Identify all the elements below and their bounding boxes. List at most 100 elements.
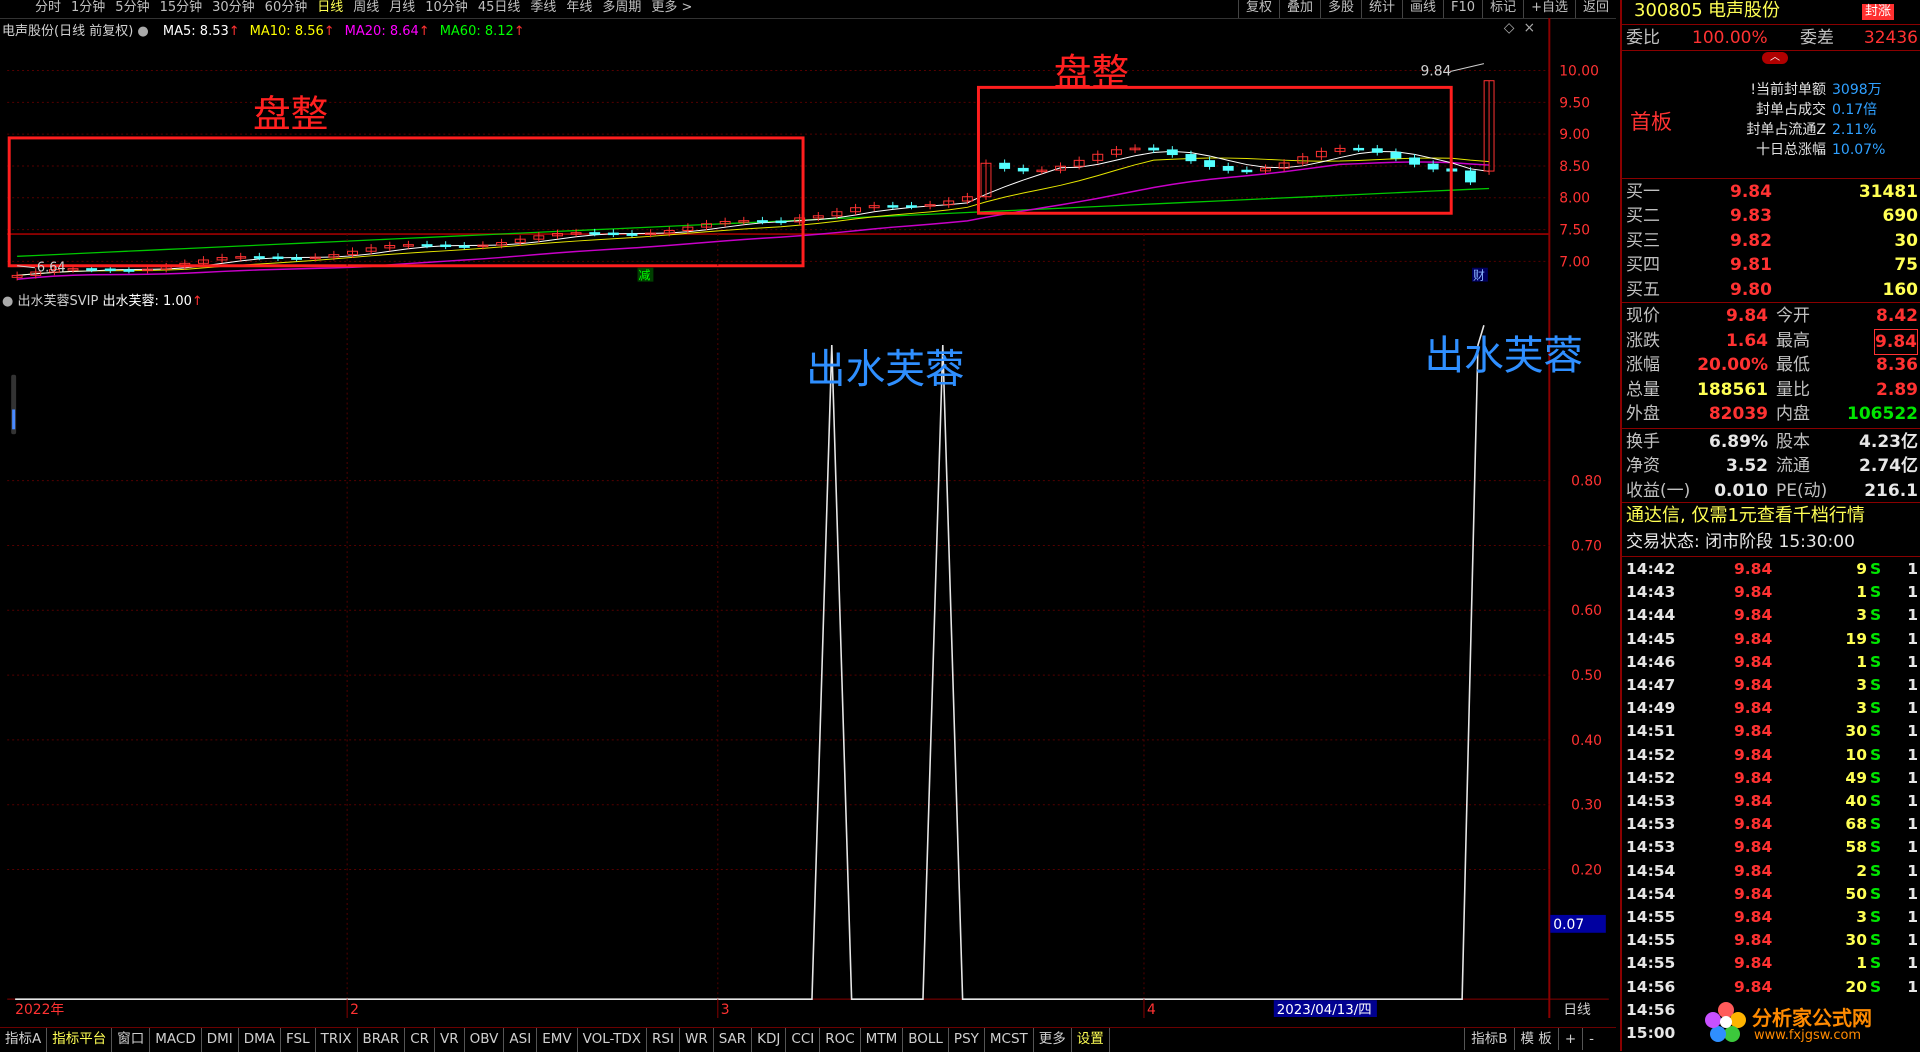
indicator-tab[interactable]: RSI [647, 1028, 680, 1052]
quote-row: 外盘 82039 内盘 106522 [1626, 404, 1918, 425]
collapse-icon[interactable]: ︿ [1762, 52, 1788, 64]
scroll-thumb[interactable] [12, 409, 16, 430]
tick-row: 14:52 9.84 49 S 1 [1626, 768, 1918, 787]
period-tab[interactable]: 5分钟 [110, 0, 154, 18]
tool-button[interactable]: 叠加 [1278, 0, 1320, 18]
price-tick: 7.00 [1559, 254, 1590, 270]
chart-settings-icon[interactable]: ◇ [1504, 20, 1515, 36]
indicator-tab[interactable]: 指标平台 [47, 1028, 113, 1052]
indicator-tab[interactable]: ROC [820, 1028, 861, 1052]
indicator-tab[interactable]: DMA [239, 1028, 282, 1052]
period-tab[interactable]: 分时 [30, 0, 66, 18]
indicator-tab[interactable]: SAR [714, 1028, 753, 1052]
tool-button[interactable]: 标记 [1482, 0, 1523, 18]
seal-info-row: !当前封单额 3098万 [1750, 82, 1882, 98]
tick-row: 14:51 9.84 30 S 1 [1626, 722, 1918, 741]
panel-tab[interactable]: + [1557, 1028, 1582, 1050]
tick-row: 14:54 9.84 2 S 1 [1626, 861, 1918, 880]
indicator-tab[interactable]: PSY [949, 1028, 985, 1052]
up-arrow-icon: ↑ [418, 24, 430, 39]
tool-button[interactable]: F10 [1443, 0, 1482, 18]
indicator-dropdown-icon[interactable]: ● [2, 294, 13, 309]
indicator-tab[interactable]: 更多 [1034, 1028, 1072, 1052]
finance-badge[interactable]: 财 [1473, 269, 1485, 283]
period-tab[interactable]: 1分钟 [66, 0, 110, 18]
promo-banner[interactable]: 通达信, 仅需1元查看千档行情 [1622, 504, 1920, 528]
period-tab[interactable]: 45日线 [473, 0, 526, 18]
indicator-tab[interactable]: DMI [202, 1028, 239, 1052]
indicator-tab[interactable]: 指标A [0, 1028, 48, 1052]
bid-row[interactable]: 买五 9.80 160 [1622, 278, 1920, 302]
indicator-tab[interactable]: CR [405, 1028, 436, 1052]
period-tab[interactable]: 60分钟 [260, 0, 313, 18]
period-tab[interactable]: 年线 [561, 0, 597, 18]
bid-row[interactable]: 买二 9.83 690 [1622, 204, 1920, 228]
indicator-value: 出水芙蓉: 1.00 [102, 294, 192, 309]
indicator-tab[interactable]: MTM [861, 1028, 904, 1052]
panel-tab[interactable]: 指标B [1464, 1028, 1513, 1050]
indicator-tab[interactable]: 窗口 [112, 1028, 151, 1052]
flower-logo-icon [1705, 1002, 1746, 1042]
indicator-tab[interactable]: TRIX [316, 1028, 358, 1052]
tool-button[interactable]: 复权 [1237, 0, 1279, 18]
indicator-tab[interactable]: MACD [150, 1028, 202, 1052]
tool-button[interactable]: 多股 [1319, 0, 1361, 18]
indicator-tab[interactable]: MCST [985, 1028, 1034, 1052]
period-tab[interactable]: 10分钟 [420, 0, 473, 18]
price-tick: 9.00 [1559, 127, 1590, 143]
period-tab[interactable]: 周线 [348, 0, 384, 18]
indicator-tab[interactable]: CCI [786, 1028, 821, 1052]
period-tab[interactable]: 30分钟 [207, 0, 260, 18]
kline-chart[interactable]: 盘整 盘整 9.84 6.64 减 财 10.00 9.50 9.00 8.50 8.0… [0, 18, 1616, 1018]
indicator-tab[interactable]: FSL [281, 1028, 316, 1052]
indicator-tab[interactable]: VR [435, 1028, 465, 1052]
tick-row: 14:53 9.84 68 S 1 [1626, 815, 1918, 834]
period-tab[interactable]: 日线 [312, 0, 348, 18]
bid-row[interactable]: 买三 9.82 30 [1622, 229, 1920, 253]
price-tick: 8.00 [1559, 191, 1590, 207]
indicator-tab[interactable]: VOL-TDX [578, 1028, 648, 1052]
period-tab[interactable]: 更多 > [646, 0, 697, 18]
tool-button[interactable]: 返回 [1574, 0, 1616, 18]
tick-row: 14:52 9.84 10 S 1 [1626, 745, 1918, 764]
high-price-pointer [1450, 63, 1485, 73]
stock-name: 电声股份 [1708, 0, 1780, 21]
reduce-badge[interactable]: 减 [639, 269, 651, 283]
tool-button[interactable]: +自选 [1523, 0, 1575, 18]
period-tab[interactable]: 15分钟 [155, 0, 208, 18]
indicator-tab[interactable]: WR [680, 1028, 714, 1052]
period-tab[interactable]: 多周期 [597, 0, 646, 18]
indicator-tick: 0.50 [1571, 668, 1602, 684]
indicator-tick: 0.80 [1571, 474, 1602, 490]
indicator-tab[interactable]: EMV [537, 1028, 578, 1052]
indicator-current-value: 0.07 [1553, 917, 1584, 933]
x-label-year: 2022年 [15, 1002, 64, 1018]
indicator-tab[interactable]: ASI [504, 1028, 538, 1052]
indicator-tab[interactable]: 设置 [1072, 1028, 1110, 1052]
fundamental-row: 收益(一) 0.010 PE(动) 216.1 [1626, 480, 1918, 501]
price-tick: 7.50 [1559, 223, 1590, 239]
panel-tab[interactable]: 模 板 [1513, 1028, 1558, 1050]
period-tab[interactable]: 月线 [384, 0, 420, 18]
stock-code: 300805 [1634, 0, 1703, 21]
ma-legend-item: MA20: 8.64 [344, 24, 419, 39]
chart-close-icon[interactable]: × [1524, 20, 1536, 36]
indicator-tick: 0.60 [1571, 603, 1602, 619]
dropdown-icon[interactable]: ● [137, 24, 148, 39]
bid-row[interactable]: 买一 9.84 31481 [1622, 180, 1920, 204]
watermark-logo: 分析家公式网 www.fxjgsw.com [1704, 996, 1920, 1050]
indicator-tab[interactable]: BOLL [903, 1028, 949, 1052]
indicator-tick: 0.40 [1571, 733, 1602, 749]
seal-info-row: 封单占流通Z 2.11% [1746, 122, 1877, 138]
period-tag: 日线 [1563, 1002, 1591, 1018]
panel-tab[interactable]: - [1582, 1028, 1600, 1050]
bid-row[interactable]: 买四 9.81 75 [1622, 253, 1920, 277]
indicator-title[interactable]: 出水芙蓉SVIP [17, 294, 98, 309]
tool-button[interactable]: 统计 [1361, 0, 1402, 18]
indicator-tab[interactable]: BRAR [358, 1028, 406, 1052]
weicha-value: 32436 [1863, 28, 1918, 48]
indicator-tab[interactable]: OBV [465, 1028, 505, 1052]
tool-button[interactable]: 画线 [1402, 0, 1443, 18]
indicator-tab[interactable]: KDJ [752, 1028, 787, 1052]
period-tab[interactable]: 季线 [525, 0, 561, 18]
